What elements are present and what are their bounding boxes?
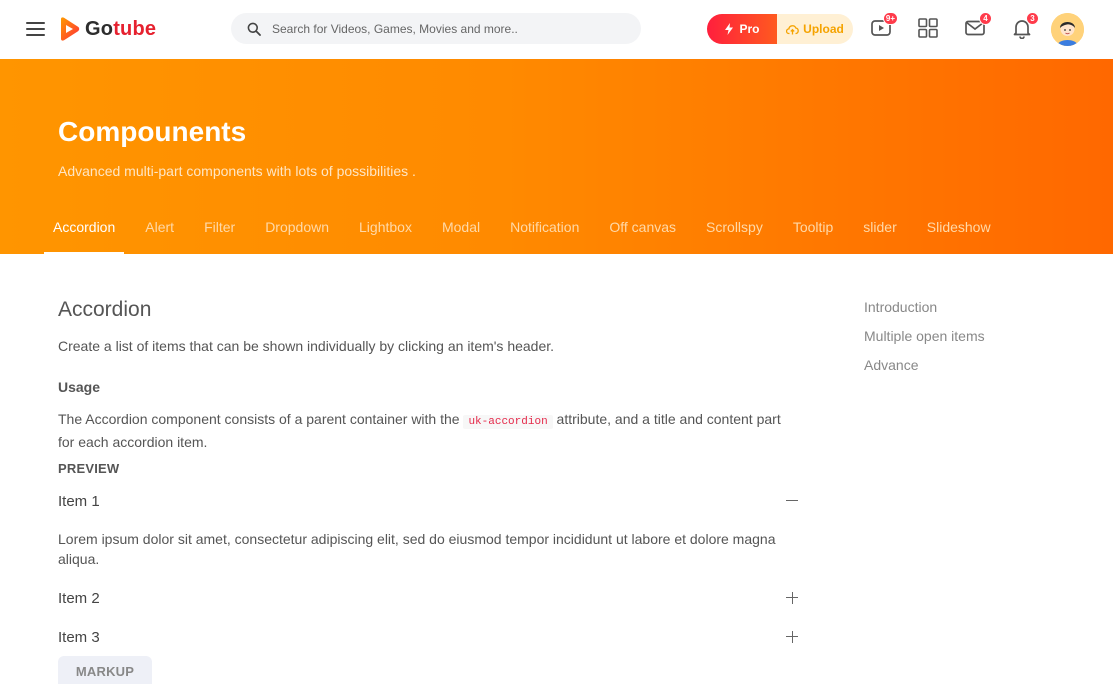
tab-tooltip[interactable]: Tooltip	[784, 211, 842, 254]
accordion-item-1-header[interactable]: Item 1	[58, 490, 798, 512]
accordion-item-title: Item 1	[58, 492, 100, 510]
tab-modal[interactable]: Modal	[433, 211, 489, 254]
apps-button[interactable]	[917, 17, 939, 39]
tab-slideshow[interactable]: Slideshow	[918, 211, 1000, 254]
nav-advance[interactable]: Advance	[864, 356, 985, 385]
tab-slider[interactable]: slider	[854, 211, 905, 254]
tab-filter[interactable]: Filter	[195, 211, 244, 254]
usage-text-before: The Accordion component consists of a pa…	[58, 411, 464, 427]
notifications-badge: 3	[1026, 12, 1039, 25]
video-button[interactable]: 9+	[870, 12, 898, 39]
brand-name-prefix: Go	[85, 17, 114, 40]
menu-icon[interactable]	[26, 22, 45, 36]
accordion-item-title: Item 2	[58, 589, 100, 607]
top-header: Gotube Pro Upload 9+	[0, 0, 1113, 59]
component-tabs: Accordion Alert Filter Dropdown Lightbox…	[44, 211, 1012, 254]
search-icon	[247, 22, 261, 36]
nav-multiple-open-items[interactable]: Multiple open items	[864, 327, 985, 356]
brand-name-suffix: tube	[113, 17, 157, 40]
mail-badge: 4	[979, 12, 992, 25]
play-logo-icon	[61, 17, 80, 41]
avatar[interactable]	[1051, 13, 1084, 46]
preview-heading: PREVIEW	[58, 461, 120, 476]
notifications-button[interactable]: 3	[1011, 12, 1039, 40]
search-input[interactable]	[231, 13, 641, 44]
section-title: Accordion	[58, 298, 152, 321]
plus-icon	[786, 631, 798, 643]
lightning-icon	[725, 23, 734, 35]
minus-icon	[786, 495, 798, 507]
page-title: Compounents	[58, 116, 247, 147]
tab-dropdown[interactable]: Dropdown	[256, 211, 338, 254]
pro-button-label: Pro	[739, 22, 760, 36]
inline-code: uk-accordion	[463, 415, 553, 429]
accordion-item-1-content: Lorem ipsum dolor sit amet, consectetur …	[58, 531, 776, 567]
hero-banner: Compounents Advanced multi-part componen…	[0, 59, 1113, 254]
markup-tab[interactable]: MARKUP	[58, 656, 152, 684]
user-avatar-icon	[1051, 13, 1084, 46]
accordion-item-title: Item 3	[58, 628, 100, 646]
mail-button[interactable]: 4	[964, 12, 992, 39]
page-subtitle: Advanced multi-part components with lots…	[58, 163, 416, 179]
tab-notification[interactable]: Notification	[501, 211, 588, 254]
tab-alert[interactable]: Alert	[136, 211, 183, 254]
usage-description: The Accordion component consists of a pa…	[58, 409, 798, 452]
upload-button[interactable]: Upload	[777, 14, 853, 44]
cloud-upload-icon	[786, 24, 799, 34]
tab-accordion[interactable]: Accordion	[44, 211, 125, 254]
brand-name: Gotube	[85, 18, 156, 41]
accordion-item-3-header[interactable]: Item 3	[58, 626, 798, 648]
plus-icon	[786, 592, 798, 604]
search-bar	[231, 13, 641, 44]
nav-introduction[interactable]: Introduction	[864, 298, 985, 327]
tab-off-canvas[interactable]: Off canvas	[600, 211, 685, 254]
page-section-nav: Introduction Multiple open items Advance	[864, 298, 985, 385]
tab-scrollspy[interactable]: Scrollspy	[697, 211, 772, 254]
pro-button[interactable]: Pro	[707, 14, 777, 44]
tab-lightbox[interactable]: Lightbox	[350, 211, 421, 254]
section-lead: Create a list of items that can be shown…	[58, 338, 555, 354]
upload-button-label: Upload	[803, 22, 844, 36]
brand-logo[interactable]: Gotube	[58, 16, 156, 42]
video-badge: 9+	[882, 12, 898, 25]
accordion-item-2-header[interactable]: Item 2	[58, 587, 798, 609]
apps-grid-icon	[918, 18, 938, 38]
usage-heading: Usage	[58, 379, 101, 395]
